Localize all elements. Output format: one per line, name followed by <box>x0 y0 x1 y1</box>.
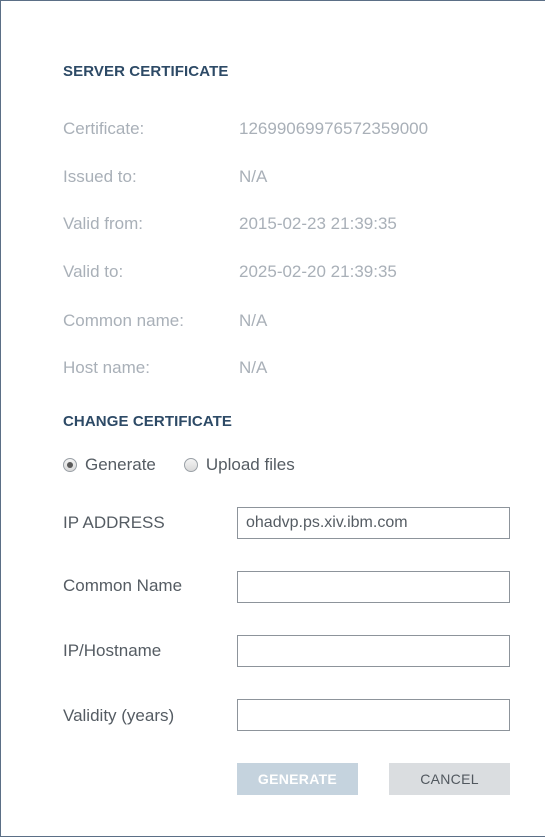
ip-address-input[interactable] <box>237 507 510 539</box>
issued-to-label: Issued to: <box>63 167 137 186</box>
valid-from-value: 2015-02-23 21:39:35 <box>239 214 397 233</box>
valid-from-label: Valid from: <box>63 214 143 233</box>
certificate-dialog: SERVER CERTIFICATE Certificate: 12699069… <box>0 0 545 837</box>
validity-years-label: Validity (years) <box>63 706 175 725</box>
host-name-value: N/A <box>239 358 268 377</box>
ip-hostname-input[interactable] <box>237 635 510 667</box>
change-certificate-heading: CHANGE CERTIFICATE <box>63 413 233 430</box>
common-name-input[interactable] <box>237 571 510 603</box>
common-name-label: Common name: <box>63 311 184 330</box>
generate-button[interactable]: GENERATE <box>237 763 358 795</box>
certificate-label: Certificate: <box>63 119 145 138</box>
upload-files-radio-indicator[interactable] <box>183 458 198 472</box>
common-name-field-label: Common Name <box>63 576 183 595</box>
issued-to-value: N/A <box>239 167 268 186</box>
server-certificate-heading: SERVER CERTIFICATE <box>63 63 229 80</box>
upload-files-radio[interactable]: Upload files <box>183 455 295 475</box>
generate-radio-label: Generate <box>85 455 156 474</box>
valid-to-label: Valid to: <box>63 262 124 281</box>
certificate-value: 12699069976572359000 <box>239 119 429 138</box>
valid-to-value: 2025-02-20 21:39:35 <box>239 262 397 281</box>
ip-hostname-label: IP/Hostname <box>63 641 162 660</box>
common-name-value: N/A <box>239 311 268 330</box>
host-name-label: Host name: <box>63 358 150 377</box>
upload-files-radio-label: Upload files <box>205 455 295 474</box>
certificate-mode-radio-group: Generate Upload files <box>63 455 323 475</box>
generate-radio[interactable]: Generate <box>63 455 156 475</box>
generate-radio-indicator[interactable] <box>63 458 77 472</box>
cancel-button[interactable]: CANCEL <box>389 763 510 795</box>
validity-years-input[interactable] <box>237 699 510 731</box>
ip-address-label: IP ADDRESS <box>63 513 165 532</box>
